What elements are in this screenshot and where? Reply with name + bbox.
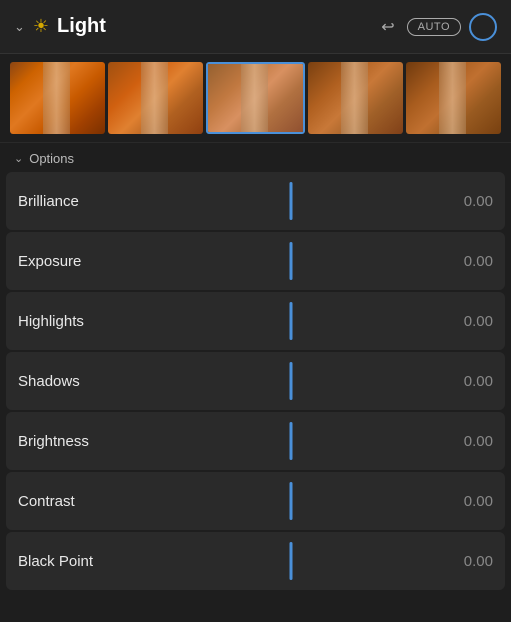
brightness-row[interactable]: Brightness 0.00	[6, 412, 505, 470]
film-frame-1[interactable]	[10, 62, 105, 134]
contrast-label: Contrast	[18, 493, 148, 510]
brilliance-indicator	[289, 182, 292, 220]
shadows-indicator	[289, 362, 292, 400]
options-label: Options	[29, 151, 74, 166]
contrast-indicator	[289, 482, 292, 520]
black-point-value: 0.00	[433, 553, 493, 570]
exposure-row[interactable]: Exposure 0.00	[6, 232, 505, 290]
highlights-row[interactable]: Highlights 0.00	[6, 292, 505, 350]
film-frame-3-image	[208, 64, 303, 132]
highlights-label: Highlights	[18, 313, 148, 330]
exposure-label: Exposure	[18, 253, 148, 270]
panel-title: Light	[57, 15, 106, 38]
brilliance-row[interactable]: Brilliance 0.00	[6, 172, 505, 230]
sliders-container: Brilliance 0.00 Exposure 0.00 Highlights…	[0, 172, 511, 622]
film-frame-5-image	[406, 62, 501, 134]
contrast-value: 0.00	[433, 493, 493, 510]
brightness-indicator	[289, 422, 292, 460]
exposure-value: 0.00	[433, 253, 493, 270]
auto-button[interactable]: AUTO	[407, 18, 461, 36]
shadows-row[interactable]: Shadows 0.00	[6, 352, 505, 410]
options-header: ⌄ Options	[0, 143, 511, 172]
undo-button[interactable]: ↩	[377, 15, 398, 39]
highlights-indicator	[289, 302, 292, 340]
light-panel: ⌄ ☀ Light ↩ AUTO ⌄ Options	[0, 0, 511, 622]
film-frame-4-image	[308, 62, 403, 134]
film-frame-3[interactable]	[206, 62, 305, 134]
brilliance-label: Brilliance	[18, 193, 148, 210]
sun-icon: ☀	[33, 16, 49, 37]
brilliance-value: 0.00	[433, 193, 493, 210]
filmstrip	[0, 54, 511, 143]
brightness-label: Brightness	[18, 433, 148, 450]
black-point-row[interactable]: Black Point 0.00	[6, 532, 505, 590]
header-left: ⌄ ☀ Light	[14, 15, 377, 38]
film-frame-1-image	[10, 62, 105, 134]
film-frame-2-image	[108, 62, 203, 134]
brightness-value: 0.00	[433, 433, 493, 450]
film-frame-5[interactable]	[406, 62, 501, 134]
shadows-label: Shadows	[18, 373, 148, 390]
panel-header: ⌄ ☀ Light ↩ AUTO	[0, 0, 511, 54]
contrast-row[interactable]: Contrast 0.00	[6, 472, 505, 530]
film-frame-4[interactable]	[308, 62, 403, 134]
header-controls: ↩ AUTO	[377, 13, 497, 41]
shadows-value: 0.00	[433, 373, 493, 390]
exposure-indicator	[289, 242, 292, 280]
options-chevron-icon[interactable]: ⌄	[14, 152, 23, 165]
collapse-chevron-icon[interactable]: ⌄	[14, 19, 25, 35]
black-point-label: Black Point	[18, 553, 148, 570]
mode-toggle-button[interactable]	[469, 13, 497, 41]
black-point-indicator	[289, 542, 292, 580]
highlights-value: 0.00	[433, 313, 493, 330]
film-frame-2[interactable]	[108, 62, 203, 134]
